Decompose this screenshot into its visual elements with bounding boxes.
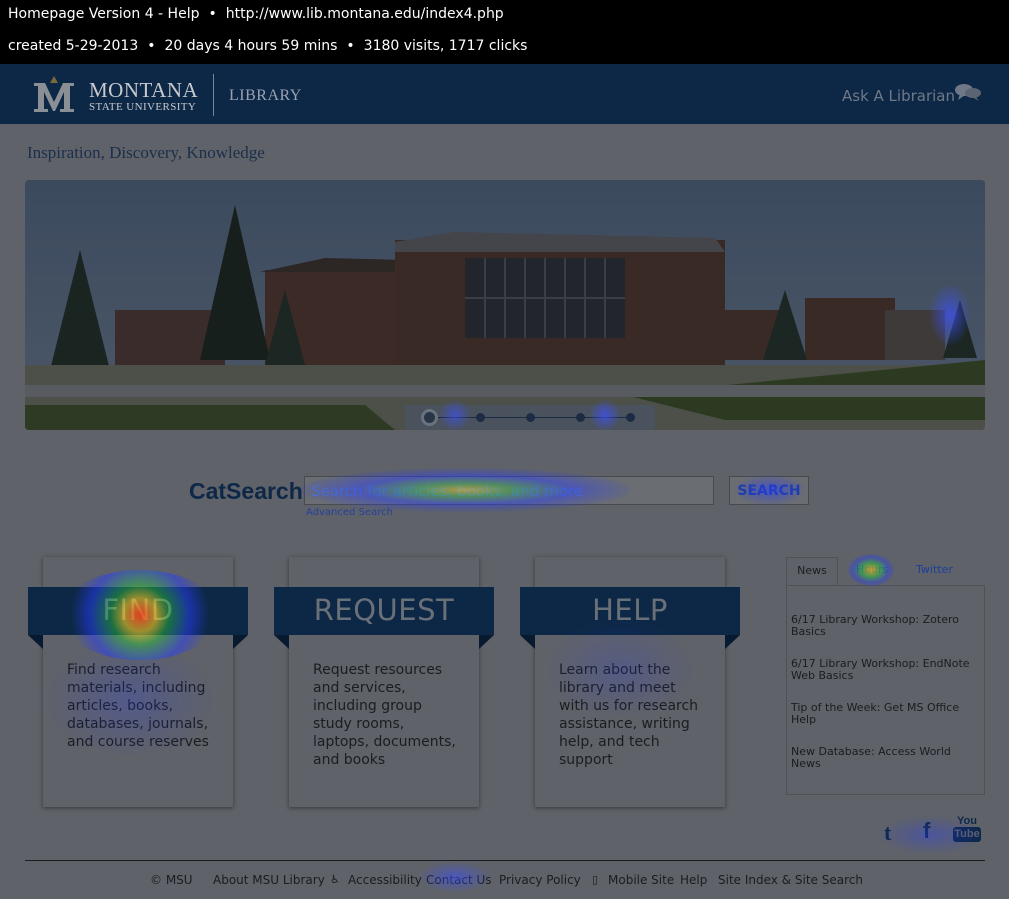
footer-site-index[interactable]: Site Index & Site Search bbox=[718, 873, 863, 887]
hero-carousel[interactable] bbox=[25, 180, 985, 430]
find-card[interactable]: FIND Find research materials, including … bbox=[28, 557, 248, 807]
page-url: http://www.lib.montana.edu/index4.php bbox=[225, 6, 504, 22]
footer-accessibility[interactable]: Accessibility bbox=[348, 873, 422, 887]
find-title[interactable]: FIND bbox=[28, 593, 248, 627]
info-line-2: created 5-29-2013 • 20 days 4 hours 59 min… bbox=[8, 38, 527, 54]
heatmap-info-bar: Homepage Version 4 - Help • http://www.lib… bbox=[0, 0, 1009, 64]
news-panel: 6/17 Library Workshop: Zotero Basics 6/1… bbox=[786, 585, 985, 795]
logo-library: LIBRARY bbox=[229, 87, 302, 104]
footer-privacy[interactable]: Privacy Policy bbox=[499, 873, 581, 887]
separator: • bbox=[147, 38, 156, 54]
footer-about[interactable]: About MSU Library bbox=[213, 873, 325, 887]
advanced-search-link[interactable]: Advanced Search bbox=[306, 507, 393, 518]
footer-contact[interactable]: Contact Us bbox=[426, 873, 492, 887]
tabs-row: News Hours Twitter bbox=[786, 557, 985, 586]
chat-bubbles-icon[interactable] bbox=[954, 82, 982, 102]
logo-montana: MONTANA bbox=[89, 78, 199, 102]
request-description: Request resources and services, includin… bbox=[313, 662, 456, 768]
search-button[interactable]: SEARCH bbox=[729, 476, 809, 505]
mobile-icon: ▯ bbox=[592, 873, 599, 886]
help-description: Learn about the library and meet with us… bbox=[559, 662, 699, 768]
separator: • bbox=[208, 6, 217, 22]
tagline: Inspiration, Discovery, Knowledge bbox=[27, 143, 265, 162]
news-item[interactable]: New Database: Access World News bbox=[791, 746, 976, 770]
help-title[interactable]: HELP bbox=[520, 593, 740, 627]
news-item[interactable]: 6/17 Library Workshop: EndNote Web Basic… bbox=[791, 658, 976, 682]
help-ribbon[interactable]: HELP bbox=[520, 587, 740, 649]
request-card[interactable]: REQUEST Request resources and services, … bbox=[274, 557, 494, 807]
tab-news[interactable]: News bbox=[786, 557, 838, 586]
youtube-icon-bottom: Tube bbox=[953, 827, 981, 842]
logo-divider bbox=[213, 74, 214, 116]
carousel-dot-4[interactable] bbox=[576, 413, 585, 422]
created-date: created 5-29-2013 bbox=[8, 38, 139, 54]
footer-rule bbox=[25, 860, 985, 861]
find-description: Find research materials, including artic… bbox=[67, 662, 209, 750]
info-line-1: Homepage Version 4 - Help • http://www.lib… bbox=[8, 6, 504, 22]
help-card[interactable]: HELP Learn about the library and meet wi… bbox=[520, 557, 740, 807]
request-title[interactable]: REQUEST bbox=[274, 593, 494, 627]
carousel-dot-1[interactable] bbox=[421, 409, 438, 426]
separator: • bbox=[346, 38, 355, 54]
visit-stats: 3180 visits, 1717 clicks bbox=[363, 38, 528, 54]
find-ribbon[interactable]: FIND bbox=[28, 587, 248, 649]
logo-state-university: STATE UNIVERSITY bbox=[89, 101, 197, 113]
footer-mobile[interactable]: Mobile Site bbox=[608, 873, 674, 887]
hero-image bbox=[25, 180, 985, 430]
footer-help[interactable]: Help bbox=[680, 873, 707, 887]
facebook-icon[interactable]: f bbox=[923, 818, 930, 844]
youtube-icon[interactable]: You Tube bbox=[953, 816, 981, 842]
msu-logo-icon[interactable] bbox=[30, 74, 78, 116]
carousel-dots bbox=[405, 405, 655, 430]
duration: 20 days 4 hours 59 mins bbox=[164, 38, 338, 54]
site-header: MONTANA STATE UNIVERSITY LIBRARY Ask A L… bbox=[0, 64, 1009, 124]
page-title: Homepage Version 4 - Help bbox=[8, 6, 200, 22]
news-item[interactable]: Tip of the Week: Get MS Office Help bbox=[791, 702, 976, 726]
youtube-icon-top: You bbox=[957, 815, 977, 827]
request-ribbon[interactable]: REQUEST bbox=[274, 587, 494, 649]
catsearch-input[interactable] bbox=[304, 476, 714, 505]
carousel-dot-3[interactable] bbox=[526, 413, 535, 422]
catsearch-label: CatSearch bbox=[189, 478, 303, 504]
news-item[interactable]: 6/17 Library Workshop: Zotero Basics bbox=[791, 614, 976, 638]
footer-copyright: © MSU bbox=[150, 873, 193, 887]
carousel-dot-5[interactable] bbox=[626, 413, 635, 422]
accessibility-icon: ♿ bbox=[330, 873, 340, 886]
ask-a-librarian-link[interactable]: Ask A Librarian bbox=[842, 87, 955, 105]
tab-twitter[interactable]: Twitter bbox=[916, 563, 953, 576]
carousel-dot-2[interactable] bbox=[476, 413, 485, 422]
tab-hours[interactable]: Hours bbox=[856, 563, 888, 576]
twitter-icon[interactable]: t bbox=[884, 820, 891, 846]
